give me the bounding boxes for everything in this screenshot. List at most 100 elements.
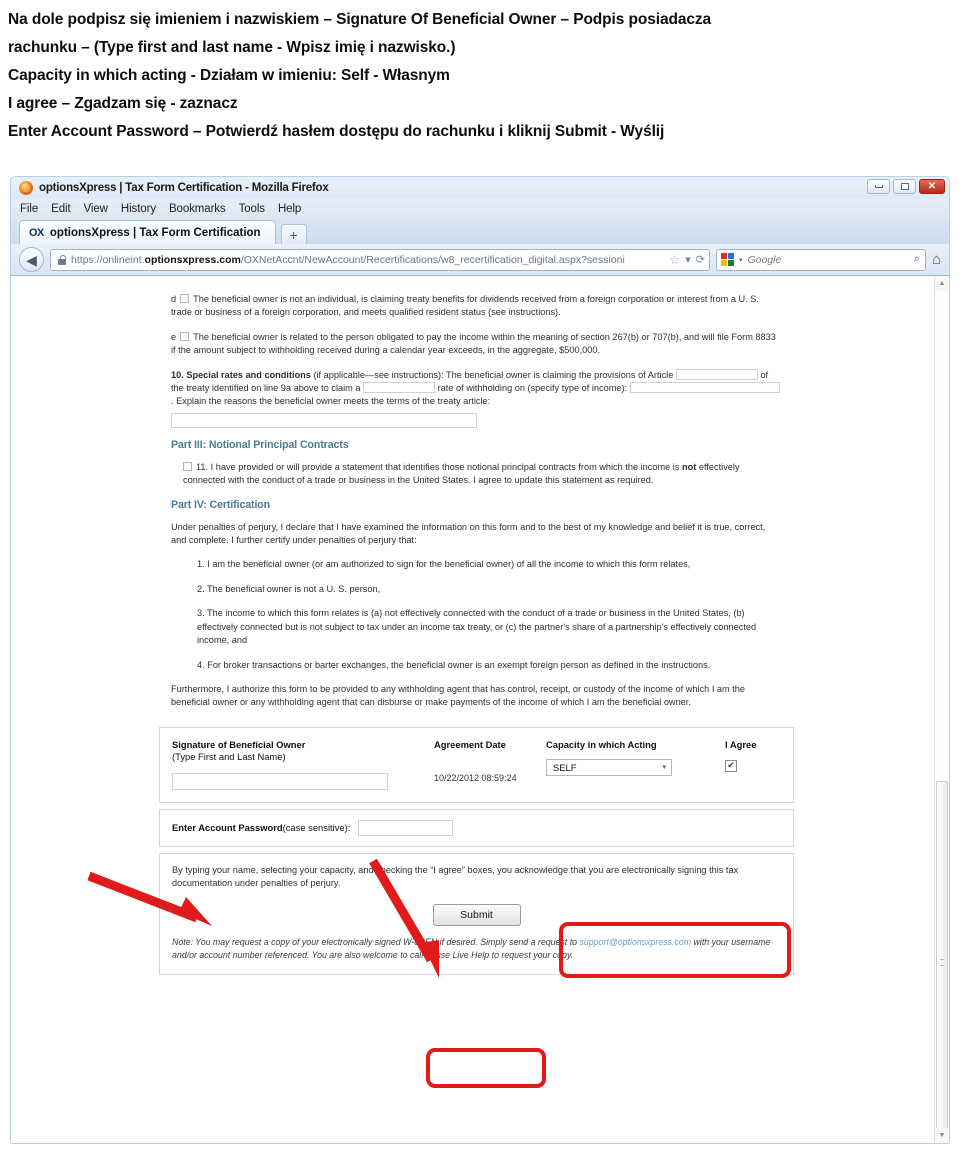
certification-furthermore: Furthermore, I authorize this form to be… [171, 683, 746, 708]
income-type-input[interactable] [629, 382, 780, 394]
password-input[interactable] [358, 819, 454, 836]
form-item-d: d The beneficial owner is not an individu… [171, 293, 782, 320]
menu-item-help[interactable]: Help [278, 203, 301, 215]
i-agree-checkbox[interactable]: ✔ [725, 759, 737, 772]
item-10-tail: . Explain the reasons the beneficial own… [171, 396, 491, 407]
signature-column: Signature of Beneficial Owner (Type Firs… [172, 739, 434, 790]
navigation-toolbar: ◀ https://onlineint.optionsxpress.com/OX… [11, 244, 949, 276]
back-arrow-icon: ◀ [26, 251, 37, 268]
password-section: Enter Account Password(case sensitive): [159, 808, 794, 847]
item-e-text: The beneficial owner is related to the p… [171, 331, 776, 356]
page-viewport: d The beneficial owner is not an individu… [11, 276, 949, 1143]
item-d-letter: d [171, 294, 177, 304]
scroll-up-arrow[interactable]: ▲ [935, 276, 949, 291]
back-button[interactable]: ◀ [19, 247, 44, 272]
search-engine-chevron-icon[interactable]: ▾ [739, 256, 743, 264]
menu-item-edit[interactable]: Edit [51, 203, 71, 215]
rate-input[interactable] [363, 382, 436, 394]
lock-icon [58, 254, 66, 265]
agreement-date-label: Agreement Date [434, 738, 506, 750]
close-icon: ✕ [927, 181, 937, 192]
menu-item-history[interactable]: History [121, 203, 156, 215]
tab-label: optionsXpress | Tax Form Certification [49, 226, 261, 239]
search-icon[interactable]: ⌕ [914, 253, 920, 266]
certification-item-2: 2. The beneficial owner is not a U. S. p… [197, 583, 381, 594]
menu-item-bookmarks[interactable]: Bookmarks [169, 203, 226, 215]
new-tab-button[interactable]: + [280, 224, 307, 244]
item-11-checkbox[interactable] [183, 461, 192, 471]
capacity-selected-value: SELF [553, 761, 577, 773]
bookmark-star-icon[interactable]: ☆ [669, 253, 680, 267]
form-item-11: 11. I have provided or will provide a st… [171, 461, 782, 488]
item-10-lead: (if applicable—see instructions): The be… [310, 369, 646, 380]
item-e-letter: e [171, 331, 177, 342]
item-11-text-a: 11. I have provided or will provide a st… [196, 461, 682, 472]
window-controls: ✕ [867, 179, 945, 194]
reload-icon[interactable]: ⟳ [696, 253, 705, 266]
url-host: optionsxpress.com [144, 253, 241, 266]
instructions-block: Na dole podpisz się imieniem i nazwiskie… [0, 0, 960, 145]
signature-section: Signature of Beneficial Owner (Type Firs… [159, 726, 794, 803]
item-e-checkbox[interactable] [180, 331, 190, 341]
tab-strip: OX optionsXpress | Tax Form Certificatio… [11, 218, 949, 244]
part-3-heading: Part III: Notional Principal Contracts [171, 438, 349, 451]
item-11-text-bold: not [682, 461, 697, 472]
chevron-down-icon[interactable]: ▾ [685, 253, 691, 266]
firefox-logo-icon [19, 181, 33, 195]
check-icon: ✔ [727, 760, 735, 771]
w8ben-form: d The beneficial owner is not an individu… [159, 276, 794, 975]
page-scrollbar[interactable]: ▲ ▼ [934, 276, 949, 1143]
certification-item-4: 4. For broker transactions or barter exc… [197, 659, 711, 670]
item-d-checkbox[interactable] [180, 294, 190, 303]
capacity-select[interactable]: SELF ▾ [546, 758, 672, 776]
submit-button-highlight [426, 1048, 546, 1088]
url-path: /OXNetAccnt/NewAccount/Recertifications/… [240, 253, 625, 266]
minimize-button[interactable] [867, 179, 890, 194]
income-label: income): [591, 383, 628, 394]
close-button[interactable]: ✕ [919, 179, 945, 194]
submit-button[interactable]: Submit [432, 904, 521, 927]
form-item-e: e The beneficial owner is related to the … [171, 331, 782, 358]
password-label: Enter Account Password(case sensitive): [172, 822, 350, 833]
home-icon[interactable]: ⌂ [932, 252, 941, 267]
scroll-down-arrow[interactable]: ▼ [935, 1128, 949, 1143]
window-titlebar: optionsXpress | Tax Form Certification -… [11, 177, 949, 199]
tab-tax-form-certification[interactable]: OX optionsXpress | Tax Form Certificatio… [19, 220, 276, 244]
search-input[interactable]: Google [747, 254, 908, 266]
agreement-date-value: 10/22/2012 08:59:24 [434, 772, 517, 783]
form-upper-section: d The beneficial owner is not an individu… [159, 284, 794, 720]
capacity-label: Capacity in which Acting [546, 738, 657, 750]
search-bar[interactable]: ▾ Google ⌕ [715, 248, 926, 271]
signature-label: Signature of Beneficial Owner (Type Firs… [172, 739, 434, 764]
scrollbar-thumb[interactable] [936, 781, 948, 1141]
maximize-button[interactable] [893, 179, 916, 194]
agreement-date-column: Agreement Date 10/22/2012 08:59:24 [434, 739, 546, 783]
chevron-down-icon: ▾ [662, 764, 666, 772]
instruction-line-5: Enter Account Password – Potwierdź hasłe… [8, 123, 665, 140]
instruction-line-1: Na dole podpisz się imieniem i nazwiskie… [8, 11, 712, 28]
form-item-10: 10. Special rates and conditions (if app… [171, 368, 782, 428]
menu-item-file[interactable]: File [20, 203, 38, 215]
menu-item-view[interactable]: View [84, 203, 108, 215]
part-4-heading: Part IV: Certification [171, 498, 271, 511]
signature-label-main: Signature of Beneficial Owner [172, 738, 306, 750]
password-label-rest: (case sensitive): [282, 822, 351, 834]
item-10-mid2: rate of withholding on (specify type of [437, 383, 590, 394]
url-bar[interactable]: https://onlineint.optionsxpress.com/OXNe… [50, 248, 710, 271]
signature-input[interactable] [172, 772, 388, 790]
instruction-line-4: I agree – Zgadzam się - zaznacz [8, 95, 238, 112]
signature-label-sub: (Type First and Last Name) [172, 751, 286, 763]
menu-item-tools[interactable]: Tools [239, 203, 265, 215]
article-input[interactable] [675, 368, 758, 380]
url-bar-icons: ☆ ▾ ⟳ [669, 253, 705, 267]
certification-item-1: 1. I am the beneficial owner (or am auth… [197, 559, 691, 570]
instruction-line-2: rachunku – (Type first and last name - W… [8, 39, 456, 56]
page-content: d The beneficial owner is not an individu… [11, 276, 934, 1143]
capacity-agree-highlight [559, 922, 791, 978]
browser-window: optionsXpress | Tax Form Certification -… [10, 176, 950, 1144]
item-d-text: The beneficial owner is not an individua… [171, 294, 759, 318]
certification-intro: Under penalties of perjury, I declare th… [171, 521, 766, 546]
password-label-bold: Enter Account Password [172, 822, 283, 834]
url-text: https://onlineint.optionsxpress.com/OXNe… [71, 254, 664, 266]
treaty-reason-textarea[interactable] [171, 412, 477, 428]
